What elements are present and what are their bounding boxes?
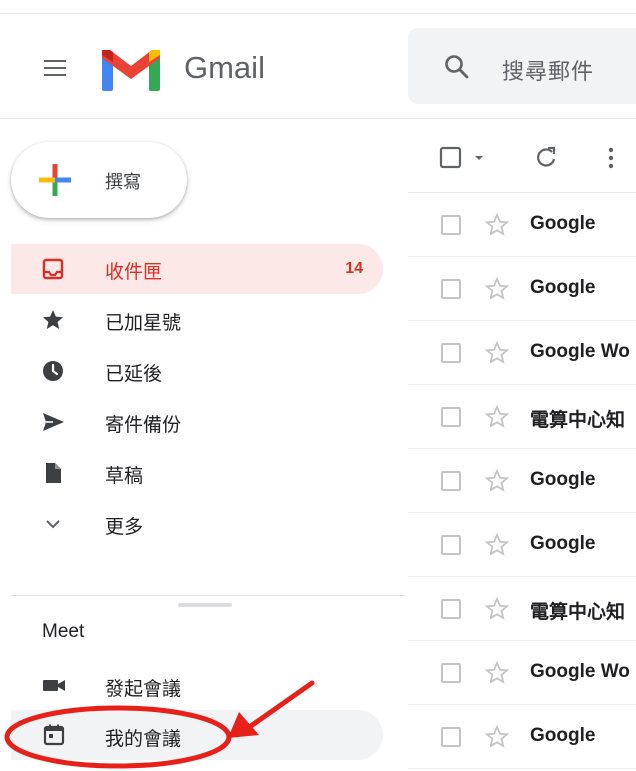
email-checkbox[interactable] — [441, 279, 461, 299]
email-sender: Google Wo — [530, 661, 630, 682]
email-sender: Google — [530, 213, 596, 234]
refresh-icon — [537, 146, 556, 167]
email-row[interactable]: 電算中心知 — [408, 385, 636, 449]
sidebar-item-label: 已延後 — [105, 364, 163, 385]
clock-icon — [43, 361, 63, 381]
sidebar-item-sent[interactable]: 寄件備份 — [11, 397, 383, 447]
inbox-icon — [42, 258, 64, 280]
sidebar-item-label: 更多 — [105, 517, 144, 538]
star-outline-icon[interactable] — [484, 724, 510, 750]
sidebar-item-inbox[interactable]: 收件匣 14 — [11, 244, 383, 294]
refresh-button[interactable] — [530, 140, 562, 176]
resize-handle[interactable] — [178, 603, 232, 607]
email-row[interactable]: Google — [408, 257, 636, 321]
sidebar-item-label: 草稿 — [105, 466, 144, 487]
star-outline-icon[interactable] — [484, 404, 510, 430]
star-outline-icon[interactable] — [484, 212, 510, 238]
search-bar[interactable]: 搜尋郵件 — [408, 28, 636, 104]
video-camera-icon — [43, 680, 65, 691]
send-icon — [43, 413, 64, 431]
sidebar-item-label: 寄件備份 — [105, 415, 182, 436]
sidebar-item-label: 發起會議 — [105, 679, 182, 700]
email-sender: Google — [530, 469, 596, 490]
email-checkbox[interactable] — [441, 599, 461, 619]
star-outline-icon[interactable] — [484, 532, 510, 558]
email-checkbox[interactable] — [441, 343, 461, 363]
star-icon — [43, 310, 63, 329]
compose-plus-icon — [39, 164, 71, 196]
draft-icon — [46, 463, 61, 483]
star-outline-icon[interactable] — [484, 596, 510, 622]
header-divider — [0, 118, 636, 119]
sidebar-item-label: 我的會議 — [105, 729, 182, 750]
sidebar-item-new-meeting[interactable]: 發起會議 — [11, 660, 383, 710]
star-outline-icon[interactable] — [484, 340, 510, 366]
email-row[interactable]: Google — [408, 449, 636, 513]
meet-heading: Meet — [42, 621, 85, 642]
compose-button[interactable]: 撰寫 — [11, 142, 187, 218]
email-row[interactable]: Google — [408, 513, 636, 577]
sidebar-item-label: 收件匣 — [105, 262, 163, 283]
email-checkbox[interactable] — [441, 407, 461, 427]
star-outline-icon[interactable] — [484, 276, 510, 302]
checkbox-icon — [439, 146, 483, 169]
email-checkbox[interactable] — [441, 215, 461, 235]
email-row[interactable]: Google — [408, 193, 636, 257]
email-row[interactable]: Google Wo — [408, 321, 636, 385]
search-icon[interactable] — [444, 54, 470, 80]
email-checkbox[interactable] — [441, 471, 461, 491]
sidebar-item-drafts[interactable]: 草稿 — [11, 448, 383, 498]
star-outline-icon[interactable] — [484, 660, 510, 686]
sidebar-item-starred[interactable]: 已加星號 — [11, 295, 383, 345]
email-sender: Google — [530, 725, 596, 746]
star-outline-icon[interactable] — [484, 468, 510, 494]
sidebar-divider — [11, 595, 405, 596]
email-checkbox[interactable] — [441, 663, 461, 683]
email-sender: Google Wo — [530, 341, 630, 362]
unread-count: 14 — [345, 260, 363, 277]
email-row[interactable]: Google Wo — [408, 641, 636, 705]
email-row[interactable]: 電算中心知 — [408, 577, 636, 641]
email-sender: 電算中心知 — [530, 602, 626, 623]
sidebar-item-more[interactable]: 更多 — [11, 499, 383, 549]
email-row[interactable]: Google — [408, 705, 636, 769]
sidebar-item-my-meetings[interactable]: 我的會議 — [11, 710, 383, 760]
email-checkbox[interactable] — [441, 727, 461, 747]
sidebar-item-snoozed[interactable]: 已延後 — [11, 346, 383, 396]
search-input[interactable]: 搜尋郵件 — [502, 54, 594, 86]
top-border — [0, 13, 636, 14]
compose-label: 撰寫 — [105, 172, 141, 192]
gmail-logo[interactable] — [100, 46, 162, 92]
more-options-button[interactable] — [596, 140, 626, 176]
email-sender: 電算中心知 — [530, 410, 626, 431]
chevron-down-icon — [46, 520, 60, 529]
main-menu-button[interactable] — [40, 55, 70, 81]
email-sender: Google — [530, 277, 596, 298]
email-sender: Google — [530, 533, 596, 554]
calendar-icon — [43, 724, 65, 746]
select-all-dropdown[interactable] — [438, 140, 494, 176]
sidebar-item-label: 已加星號 — [105, 313, 182, 334]
app-title: Gmail — [184, 50, 265, 85]
more-vert-icon — [608, 147, 614, 169]
email-checkbox[interactable] — [441, 535, 461, 555]
